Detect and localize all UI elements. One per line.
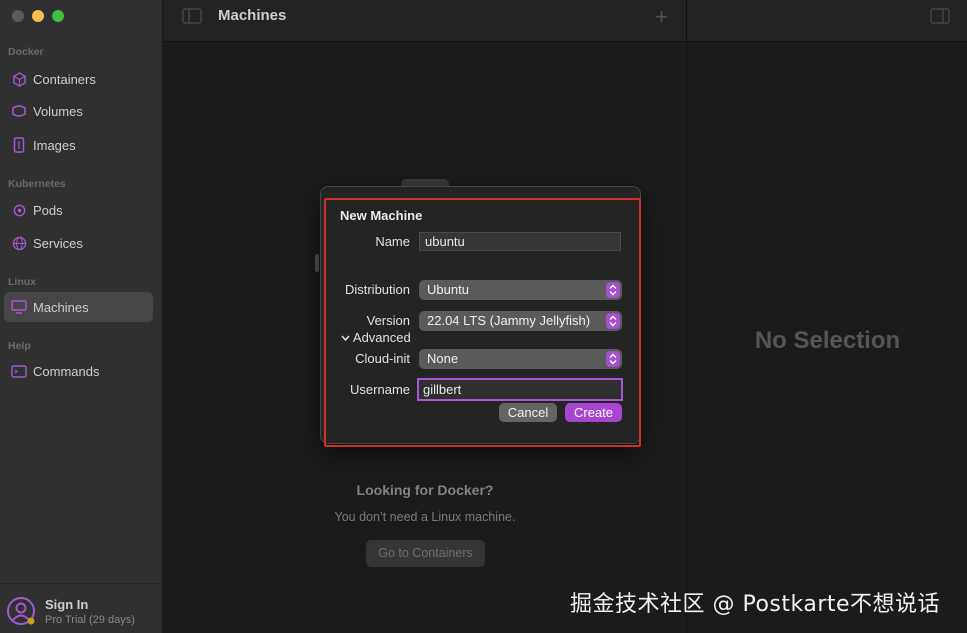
sidebar-item-volumes[interactable]: Volumes [4,96,153,126]
sidebar-item-label: Services [33,235,83,251]
version-label: Version [366,313,410,328]
trial-status: Pro Trial (29 days) [45,614,135,626]
section-label-docker: Docker [8,46,44,58]
sidebar-item-label: Pods [33,202,63,218]
cloud-init-select[interactable]: None [419,349,622,369]
pod-icon [11,202,27,218]
sidebar-item-pods[interactable]: Pods [4,195,153,225]
volume-icon [11,103,27,119]
version-value: 22.04 LTS (Jammy Jellyfish) [427,313,591,328]
sidebar-item-images[interactable]: Images [4,130,153,160]
username-label: Username [350,382,410,397]
cloud-init-value: None [427,351,459,366]
username-field[interactable]: gillbert [417,378,623,401]
close-window-button[interactable] [12,10,24,22]
sign-in-label: Sign In [45,597,89,612]
distribution-value: Ubuntu [427,282,469,297]
section-label-kubernetes: Kubernetes [8,178,66,190]
distribution-label: Distribution [344,282,410,297]
version-select[interactable]: 22.04 LTS (Jammy Jellyfish) [419,311,622,331]
window-controls [12,10,64,22]
create-button[interactable]: Create [565,403,622,422]
advanced-label: Advanced [352,330,411,345]
sidebar-item-label: Volumes [33,103,83,119]
sidebar: Docker Containers Volumes Images Kuberne… [0,0,163,633]
minimize-window-button[interactable] [32,10,44,22]
advanced-disclosure[interactable]: Advanced [341,330,411,345]
chevron-updown-icon [606,282,620,298]
maximize-window-button[interactable] [52,10,64,22]
sidebar-item-commands[interactable]: Commands [4,356,153,386]
distribution-select[interactable]: Ubuntu [419,280,622,300]
dialog-title: New Machine [340,208,423,223]
sidebar-item-label: Machines [33,299,89,315]
sidebar-item-services[interactable]: Services [4,228,153,258]
sidebar-item-machines[interactable]: Machines [4,292,153,322]
cancel-button[interactable]: Cancel [499,403,557,422]
section-label-help: Help [8,340,31,352]
sign-in-area[interactable]: Sign In Pro Trial (29 days) [0,583,163,633]
chevron-updown-icon [606,351,620,367]
sidebar-item-label: Containers [33,71,96,87]
avatar [6,596,36,626]
terminal-icon [11,363,27,379]
cloud-init-label: Cloud-init [355,351,410,366]
chevron-updown-icon [606,313,620,329]
watermark-text: 掘金技术社区 @ Postkarte不想说话 [570,592,941,617]
cube-icon [11,71,27,87]
sidebar-item-label: Images [33,137,76,153]
globe-icon [11,235,27,251]
monitor-icon [11,299,27,315]
name-label: Name [375,234,410,249]
section-label-linux: Linux [8,276,36,288]
chevron-down-icon [341,330,353,345]
name-field[interactable]: ubuntu [419,232,621,251]
image-icon [11,137,27,153]
sidebar-item-label: Commands [33,363,100,379]
sidebar-item-containers[interactable]: Containers [4,64,153,94]
sheet-side-handle [315,254,319,272]
